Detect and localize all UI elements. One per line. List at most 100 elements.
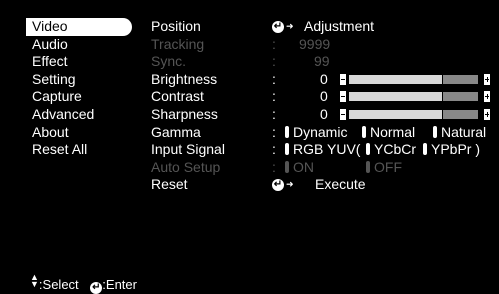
- sharpness-value: 0: [320, 105, 328, 122]
- menu-item-capture[interactable]: Capture: [26, 88, 132, 106]
- input-signal-colon: :: [272, 141, 276, 158]
- select-hint: ▲ ▼:Select: [30, 272, 79, 293]
- sync-value: 99: [314, 53, 330, 70]
- gamma-option-dynamic[interactable]: Dynamic: [285, 124, 347, 142]
- gamma-label[interactable]: Gamma: [151, 124, 225, 142]
- slider-track[interactable]: [349, 108, 478, 120]
- footer-hints: ▲ ▼:Select ↵:Enter: [30, 272, 137, 294]
- radio-icon[interactable]: [362, 125, 366, 138]
- arrow-right-icon: ➜: [286, 179, 294, 190]
- slider-fill: [349, 109, 442, 119]
- input-signal-option-yuv[interactable]: YUV(: [327, 141, 360, 159]
- enter-icon: ↵: [272, 21, 284, 33]
- slider-empty: [442, 74, 478, 84]
- enter-icon: ↵: [90, 282, 103, 294]
- settings-colons: : : : : : : : : : :: [272, 18, 276, 194]
- settings-values: ↵ ➜ Adjustment 9999 99 0 0 0 Dynamic Nor…: [272, 18, 493, 194]
- input-signal-row[interactable]: RGB YUV( YCbCr YPbPr ): [283, 141, 493, 159]
- sharpness-row[interactable]: 0: [283, 106, 493, 124]
- position-label[interactable]: Position: [151, 18, 225, 36]
- auto-setup-option-label: OFF: [374, 158, 402, 175]
- contrast-colon: :: [272, 88, 276, 105]
- slider-knob[interactable]: [442, 108, 443, 120]
- brightness-slider[interactable]: [340, 73, 490, 85]
- menu-item-video[interactable]: Video: [26, 18, 132, 36]
- radio-icon[interactable]: [366, 143, 370, 156]
- minus-icon[interactable]: [340, 108, 346, 120]
- brightness-value: 0: [320, 70, 328, 87]
- sharpness-slider[interactable]: [340, 108, 490, 120]
- minus-icon[interactable]: [340, 73, 346, 85]
- up-down-icon: ▲ ▼: [30, 272, 39, 289]
- gamma-option-natural[interactable]: Natural: [433, 124, 486, 142]
- sharpness-label[interactable]: Sharpness: [151, 106, 225, 124]
- reset-execute-button[interactable]: Execute: [315, 176, 366, 194]
- enter-hint: ↵:Enter: [82, 277, 137, 294]
- contrast-row[interactable]: 0: [283, 88, 493, 106]
- sync-colon: :: [272, 53, 276, 70]
- auto-setup-option-label: ON: [293, 158, 314, 175]
- auto-setup-option-off: OFF: [366, 159, 402, 177]
- tracking-row: 9999: [283, 36, 493, 54]
- gamma-option-label: Normal: [370, 123, 416, 140]
- input-signal-option-rgb[interactable]: RGB: [285, 141, 323, 159]
- enter-icon: ↵: [272, 179, 284, 192]
- radio-icon[interactable]: [285, 143, 289, 156]
- brightness-label[interactable]: Brightness: [151, 71, 225, 89]
- auto-setup-label: Auto Setup: [151, 158, 221, 175]
- arrow-right-icon: ➜: [286, 21, 294, 31]
- sharpness-colon: :: [272, 105, 276, 122]
- gamma-row[interactable]: Dynamic Normal Natural: [283, 124, 493, 142]
- menu-item-audio[interactable]: Audio: [26, 36, 132, 54]
- input-signal-option-label: YPbPr ): [431, 141, 481, 158]
- menu-item-reset-all[interactable]: Reset All: [26, 141, 132, 159]
- gamma-colon: :: [272, 123, 276, 140]
- tracking-colon: :: [272, 35, 276, 52]
- auto-setup-option-on: ON: [285, 159, 314, 177]
- radio-icon[interactable]: [423, 143, 427, 156]
- video-settings-screen: Video Audio Effect Setting Capture Advan…: [0, 0, 499, 294]
- input-signal-option-label: YUV(: [327, 141, 361, 158]
- position-adjustment-button[interactable]: Adjustment: [304, 18, 374, 36]
- slider-fill: [349, 92, 442, 102]
- settings-labels: Position Tracking Sync. Brightness Contr…: [151, 18, 225, 194]
- minus-icon[interactable]: [340, 91, 346, 103]
- input-signal-option-ycbcr[interactable]: YCbCr: [366, 141, 416, 159]
- menu-item-effect[interactable]: Effect: [26, 53, 132, 71]
- reset-label[interactable]: Reset: [151, 176, 225, 194]
- menu-item-setting[interactable]: Setting: [26, 71, 132, 89]
- contrast-label[interactable]: Contrast: [151, 88, 225, 106]
- auto-setup-row: ON OFF: [283, 159, 493, 177]
- tracking-label: Tracking: [151, 35, 205, 52]
- menu-item-advanced[interactable]: Advanced: [26, 106, 132, 124]
- contrast-value: 0: [320, 88, 328, 105]
- input-signal-option-label: RGB: [293, 141, 324, 158]
- radio-icon[interactable]: [433, 125, 437, 138]
- slider-knob[interactable]: [442, 91, 443, 103]
- input-signal-label[interactable]: Input Signal: [151, 141, 225, 159]
- slider-fill: [349, 74, 442, 84]
- main-menu: Video Audio Effect Setting Capture Advan…: [26, 18, 132, 159]
- gamma-option-normal[interactable]: Normal: [362, 124, 415, 142]
- plus-icon[interactable]: [484, 73, 490, 85]
- sync-row: 99: [283, 53, 493, 71]
- reset-row[interactable]: ↵ ➜ Execute: [272, 176, 493, 194]
- slider-empty: [442, 109, 478, 119]
- brightness-row[interactable]: 0: [283, 71, 493, 89]
- slider-empty: [442, 92, 478, 102]
- slider-knob[interactable]: [442, 73, 443, 85]
- slider-track[interactable]: [349, 73, 478, 85]
- radio-icon[interactable]: [285, 125, 289, 138]
- gamma-option-label: Natural: [441, 123, 487, 140]
- plus-icon[interactable]: [484, 91, 490, 103]
- menu-item-about[interactable]: About: [26, 124, 132, 142]
- radio-icon: [285, 160, 289, 173]
- position-row[interactable]: ↵ ➜ Adjustment: [272, 18, 493, 36]
- slider-track[interactable]: [349, 91, 478, 103]
- sync-label: Sync.: [151, 53, 187, 70]
- radio-icon: [366, 160, 370, 173]
- plus-icon[interactable]: [484, 108, 490, 120]
- input-signal-option-label: YCbCr: [374, 141, 417, 158]
- contrast-slider[interactable]: [340, 91, 490, 103]
- input-signal-option-ypbpr[interactable]: YPbPr ): [423, 141, 480, 159]
